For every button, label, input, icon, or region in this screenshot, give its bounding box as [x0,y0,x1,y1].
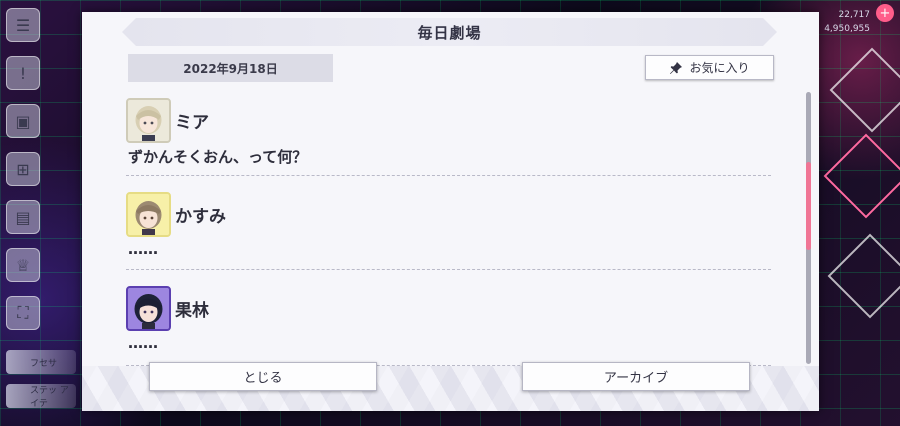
scrollbar[interactable] [806,92,811,364]
date-label: 2022年9月18日 [128,54,333,82]
notice-icon[interactable]: ! [6,56,40,90]
dialogue-entry: かすみ …… [126,176,771,270]
stats-display: 22,717 4,950,955 [824,8,870,36]
mia-avatar [126,98,171,143]
dialogue-line: …… [128,334,158,352]
archive-button[interactable]: アーカイブ [522,362,750,391]
karin-avatar [126,286,171,331]
dialogue-log[interactable]: ミア ずかんそくおん、って何？ かすみ …… 果林 …… [126,94,771,369]
favorite-label: お気に入り [689,61,750,75]
chat-icon[interactable]: ▤ [6,200,40,234]
side-tag-2[interactable]: ステッ アイテ [6,384,76,409]
plus-icon[interactable]: + [876,4,894,22]
entry-header: ミア [126,94,771,143]
speaker-name: かすみ [175,207,226,227]
expand-icon[interactable]: ⛶ [6,296,40,330]
trophy-icon[interactable]: ♕ [6,248,40,282]
entry-header: かすみ [126,176,771,237]
side-tag-1[interactable]: フセサ [6,350,76,374]
stat-line-1: 22,717 [838,10,871,20]
stat-line-2: 4,950,955 [824,24,870,34]
favorite-button[interactable]: お気に入り [645,55,774,80]
speaker-name: 果林 [175,301,209,321]
daily-theater-dialog: 毎日劇場 2022年9月18日 お気に入り ミア ずかんそくおん、って何？ かす… [82,12,819,411]
hamburger-icon[interactable]: ☰ [6,8,40,42]
dialogue-entry: 果林 …… [126,270,771,366]
entry-header: 果林 [126,270,771,331]
dialog-title: 毎日劇場 [122,18,777,46]
kasumi-avatar [126,192,171,237]
dialogue-line: …… [128,240,158,258]
left-menu: ☰ ! ▣ ⊞ ▤ ♕ ⛶ [6,8,42,330]
dialogue-line: ずかんそくおん、って何？ [128,148,308,166]
scrollbar-thumb[interactable] [806,162,811,250]
gift-icon[interactable]: ⊞ [6,152,40,186]
close-button[interactable]: とじる [149,362,377,391]
pin-icon [669,61,683,75]
present-icon[interactable]: ▣ [6,104,40,138]
dialogue-entry: ミア ずかんそくおん、って何？ [126,94,771,176]
speaker-name: ミア [175,113,209,133]
